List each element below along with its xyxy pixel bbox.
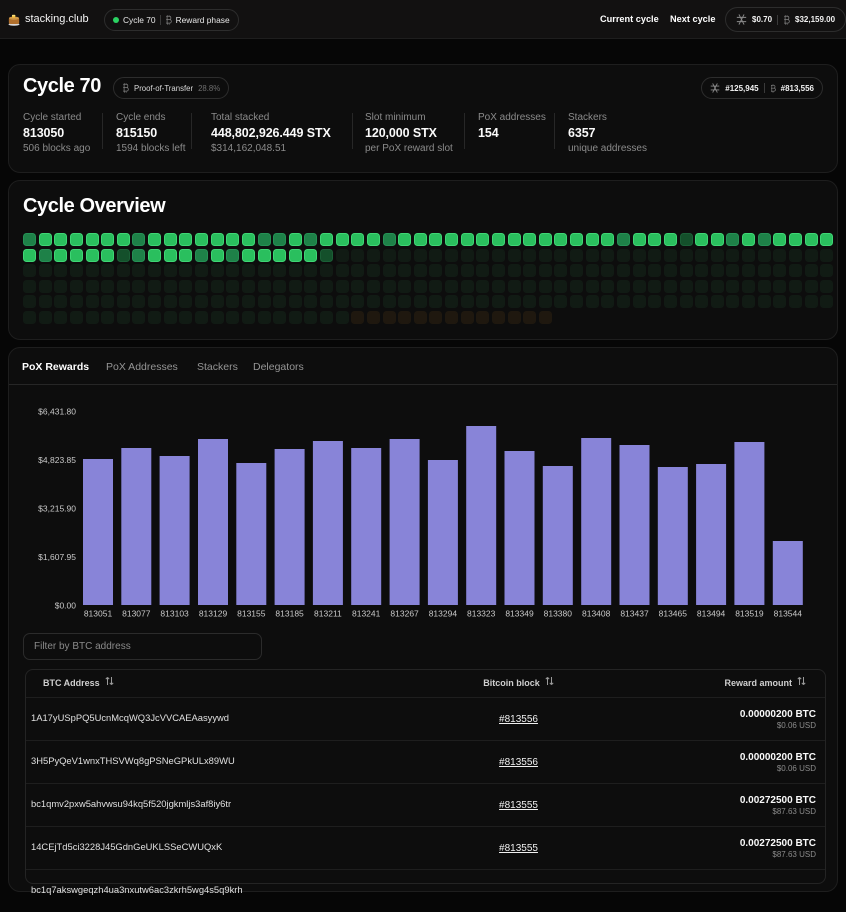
svg-text:813051: 813051: [84, 609, 113, 619]
svg-text:$1,607.95: $1,607.95: [38, 552, 76, 562]
svg-text:$6,431.80: $6,431.80: [38, 407, 76, 417]
svg-text:813323: 813323: [467, 609, 496, 619]
svg-text:813103: 813103: [160, 609, 189, 619]
svg-text:813077: 813077: [122, 609, 151, 619]
svg-text:813267: 813267: [390, 609, 419, 619]
svg-text:813185: 813185: [275, 609, 304, 619]
svg-text:813129: 813129: [199, 609, 228, 619]
svg-text:813494: 813494: [697, 609, 726, 619]
svg-text:$3,215.90: $3,215.90: [38, 504, 76, 514]
svg-text:813349: 813349: [505, 609, 534, 619]
svg-text:813380: 813380: [544, 609, 573, 619]
svg-text:813155: 813155: [237, 609, 266, 619]
svg-text:$0.00: $0.00: [55, 601, 77, 611]
svg-text:813294: 813294: [429, 609, 458, 619]
svg-text:813544: 813544: [774, 609, 803, 619]
svg-text:813241: 813241: [352, 609, 381, 619]
svg-text:813211: 813211: [314, 609, 342, 619]
svg-text:813437: 813437: [620, 609, 649, 619]
svg-text:813465: 813465: [659, 609, 688, 619]
svg-text:$4,823.85: $4,823.85: [38, 455, 76, 465]
svg-text:813519: 813519: [735, 609, 764, 619]
svg-text:813408: 813408: [582, 609, 611, 619]
